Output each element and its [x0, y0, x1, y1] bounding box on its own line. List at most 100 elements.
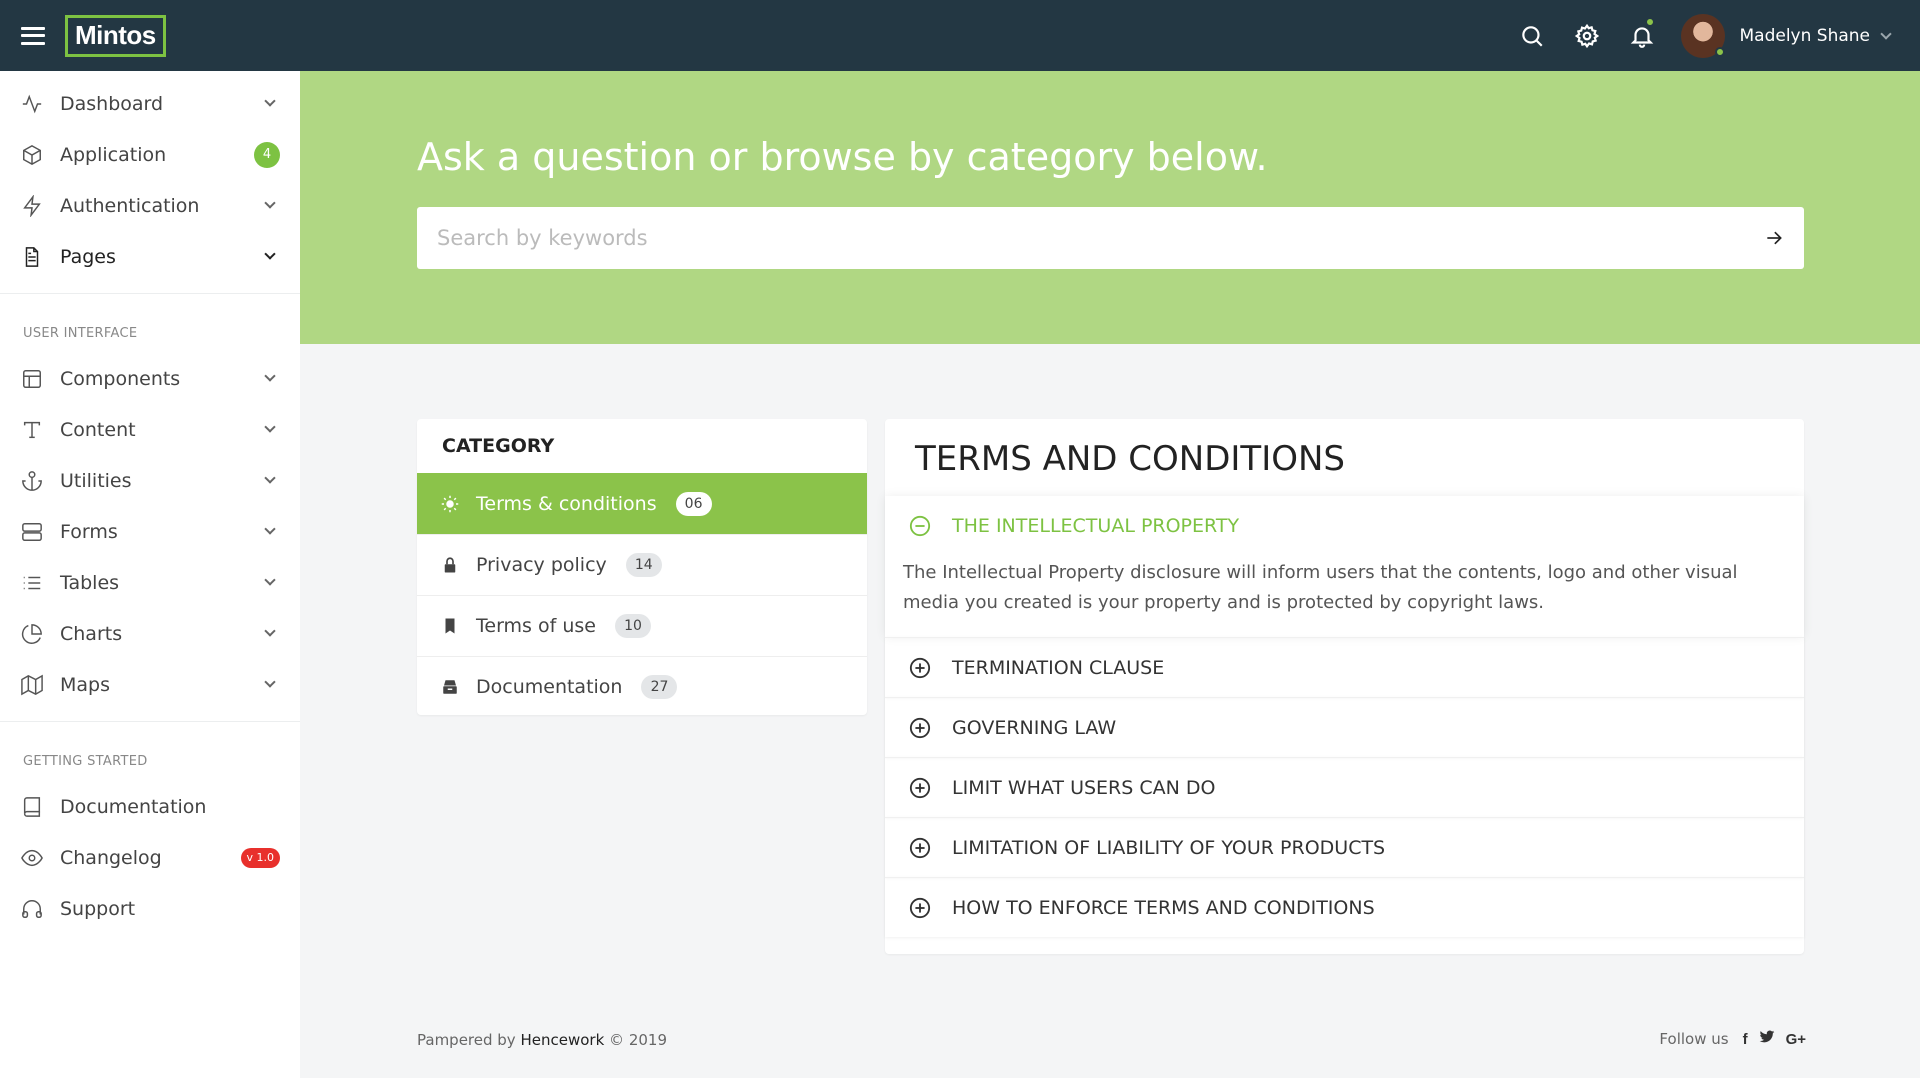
count-badge: 27: [641, 675, 678, 699]
section-title-getting-started: GETTING STARTED: [23, 754, 148, 769]
layout-icon: [20, 367, 44, 391]
sidebar-item-authentication[interactable]: Authentication: [0, 180, 300, 231]
count-badge: 10: [614, 614, 651, 638]
plus-circle-icon: [908, 716, 932, 740]
sidebar-item-label: Maps: [60, 673, 110, 696]
lock-icon: [440, 555, 460, 575]
sidebar-item-utilities[interactable]: Utilities: [0, 455, 300, 506]
pie-chart-icon: [20, 622, 44, 646]
search-input[interactable]: [417, 207, 1744, 269]
footer-text: Pampered by: [417, 1031, 516, 1049]
sidebar-item-changelog[interactable]: Changelog v 1.0: [0, 832, 300, 883]
footer-credit: Pampered by Hencework © 2019: [417, 1031, 667, 1049]
chevron-down-icon: [264, 421, 276, 433]
sidebar-item-label: Utilities: [60, 469, 132, 492]
count-badge: 4: [254, 141, 280, 168]
footer-social: Follow us f G+: [1659, 1029, 1806, 1049]
accordion-header[interactable]: THE INTELLECTUAL PROPERTY: [885, 496, 1804, 555]
chevron-down-icon: [264, 625, 276, 637]
accordion-header[interactable]: TERMINATION CLAUSE: [885, 638, 1804, 697]
sidebar-item-pages[interactable]: Pages: [0, 231, 300, 282]
sidebar-item-application[interactable]: Application 4: [0, 129, 300, 180]
accordion-title: LIMITATION OF LIABILITY OF YOUR PRODUCTS: [952, 836, 1386, 859]
chevron-down-icon: [264, 95, 276, 107]
sidebar-item-label: Support: [60, 897, 136, 920]
bookmark-icon: [440, 616, 460, 636]
server-icon: [20, 520, 44, 544]
category-item-terms-conditions[interactable]: Terms & conditions 06: [417, 473, 867, 534]
arrow-right-icon[interactable]: [1744, 207, 1804, 269]
follow-us-label: Follow us: [1659, 1030, 1729, 1048]
bell-icon[interactable]: [1614, 0, 1669, 71]
sidebar-item-label: Authentication: [60, 194, 200, 217]
accordion-title: LIMIT WHAT USERS CAN DO: [952, 776, 1216, 799]
activity-icon: [20, 92, 44, 116]
sidebar-item-label: Components: [60, 367, 181, 390]
category-title: CATEGORY: [442, 435, 555, 457]
anchor-icon: [20, 469, 44, 493]
accordion-item-open: THE INTELLECTUAL PROPERTY The Intellectu…: [885, 496, 1804, 637]
sidebar-item-label: Charts: [60, 622, 123, 645]
topbar-actions: Madelyn Shane: [1504, 0, 1920, 71]
sidebar-item-maps[interactable]: Maps: [0, 659, 300, 710]
category-item-documentation[interactable]: Documentation 27: [417, 656, 867, 715]
sidebar-item-content[interactable]: Content: [0, 404, 300, 455]
accordion-title: TERMINATION CLAUSE: [952, 656, 1165, 679]
chevron-down-icon: [264, 197, 276, 209]
google-plus-icon[interactable]: G+: [1786, 1031, 1806, 1048]
facebook-icon[interactable]: f: [1743, 1031, 1748, 1048]
sidebar-item-support[interactable]: Support: [0, 883, 300, 934]
eye-icon: [20, 846, 44, 870]
accordion-body: The Intellectual Property disclosure wil…: [903, 562, 1738, 613]
twitter-icon[interactable]: [1758, 1029, 1776, 1049]
accordion-item: TERMINATION CLAUSE: [885, 637, 1804, 697]
chevron-down-icon: [264, 523, 276, 535]
search-icon[interactable]: [1504, 0, 1559, 71]
accordion-header[interactable]: LIMIT WHAT USERS CAN DO: [885, 758, 1804, 817]
hero-title: Ask a question or browse by category bel…: [417, 135, 1268, 179]
accordion-item: HOW TO ENFORCE TERMS AND CONDITIONS: [885, 877, 1804, 937]
footer-brand-link[interactable]: Hencework: [520, 1031, 604, 1049]
sidebar-item-label: Content: [60, 418, 136, 441]
sidebar-item-components[interactable]: Components: [0, 353, 300, 404]
footer-copyright: © 2019: [609, 1031, 667, 1049]
sidebar-item-label: Pages: [60, 245, 116, 268]
terms-card: TERMS AND CONDITIONS THE INTELLECTUAL PR…: [885, 419, 1804, 954]
online-status-dot: [1715, 46, 1726, 57]
search-bar: [417, 207, 1804, 269]
plus-circle-icon: [908, 776, 932, 800]
sidebar-item-documentation[interactable]: Documentation: [0, 781, 300, 832]
category-label: Documentation: [476, 676, 623, 698]
accordion-header[interactable]: GOVERNING LAW: [885, 698, 1804, 757]
sidebar-item-label: Application: [60, 143, 167, 166]
sidebar-item-dashboard[interactable]: Dashboard: [0, 78, 300, 129]
sidebar-item-tables[interactable]: Tables: [0, 557, 300, 608]
sidebar: Dashboard Application 4 Authentication P…: [0, 71, 300, 1078]
box-icon: [20, 143, 44, 167]
menu-toggle-icon[interactable]: [21, 26, 45, 45]
accordion-item: GOVERNING LAW: [885, 697, 1804, 757]
type-icon: [20, 418, 44, 442]
category-card: CATEGORY Terms & conditions 06 Privacy p…: [417, 419, 867, 715]
page-title: TERMS AND CONDITIONS: [915, 438, 1345, 479]
chevron-down-icon: [264, 248, 276, 260]
list-icon: [20, 571, 44, 595]
sidebar-item-forms[interactable]: Forms: [0, 506, 300, 557]
user-name: Madelyn Shane: [1739, 25, 1870, 46]
plus-circle-icon: [908, 836, 932, 860]
chevron-down-icon: [264, 676, 276, 688]
accordion-header[interactable]: LIMITATION OF LIABILITY OF YOUR PRODUCTS: [885, 818, 1804, 877]
sidebar-item-charts[interactable]: Charts: [0, 608, 300, 659]
archive-icon: [440, 677, 460, 697]
accordion-header[interactable]: HOW TO ENFORCE TERMS AND CONDITIONS: [885, 878, 1804, 937]
category-item-privacy-policy[interactable]: Privacy policy 14: [417, 534, 867, 595]
count-badge: 14: [625, 553, 662, 577]
category-item-terms-of-use[interactable]: Terms of use 10: [417, 595, 867, 656]
chevron-down-icon: [264, 472, 276, 484]
user-menu[interactable]: Madelyn Shane: [1681, 13, 1892, 58]
hero-banner: Ask a question or browse by category bel…: [300, 71, 1920, 344]
logo[interactable]: Mintos: [65, 14, 166, 57]
top-navbar: Mintos Madelyn Shane: [0, 0, 1920, 71]
avatar: [1681, 13, 1726, 58]
gear-icon[interactable]: [1559, 0, 1614, 71]
